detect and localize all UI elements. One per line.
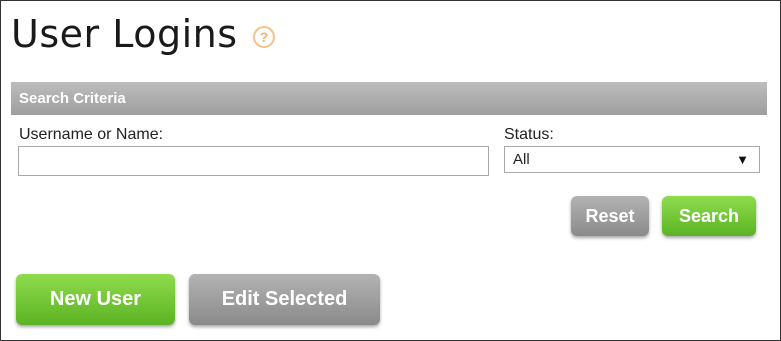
status-select[interactable]: All ▼ xyxy=(504,146,760,173)
status-selected-value: All xyxy=(513,151,530,168)
page-title: User Logins xyxy=(11,12,238,56)
search-criteria-header: Search Criteria xyxy=(11,82,767,115)
user-logins-panel: User Logins ? Search Criteria Username o… xyxy=(0,0,781,341)
help-icon[interactable]: ? xyxy=(253,26,275,48)
edit-selected-button[interactable]: Edit Selected xyxy=(189,274,380,325)
new-user-button[interactable]: New User xyxy=(16,274,175,325)
dropdown-arrow-icon: ▼ xyxy=(736,152,749,167)
username-label: Username or Name: xyxy=(19,126,164,143)
search-button[interactable]: Search xyxy=(662,196,756,236)
status-label: Status: xyxy=(504,126,554,143)
username-input[interactable] xyxy=(18,146,489,176)
reset-button[interactable]: Reset xyxy=(571,196,649,236)
